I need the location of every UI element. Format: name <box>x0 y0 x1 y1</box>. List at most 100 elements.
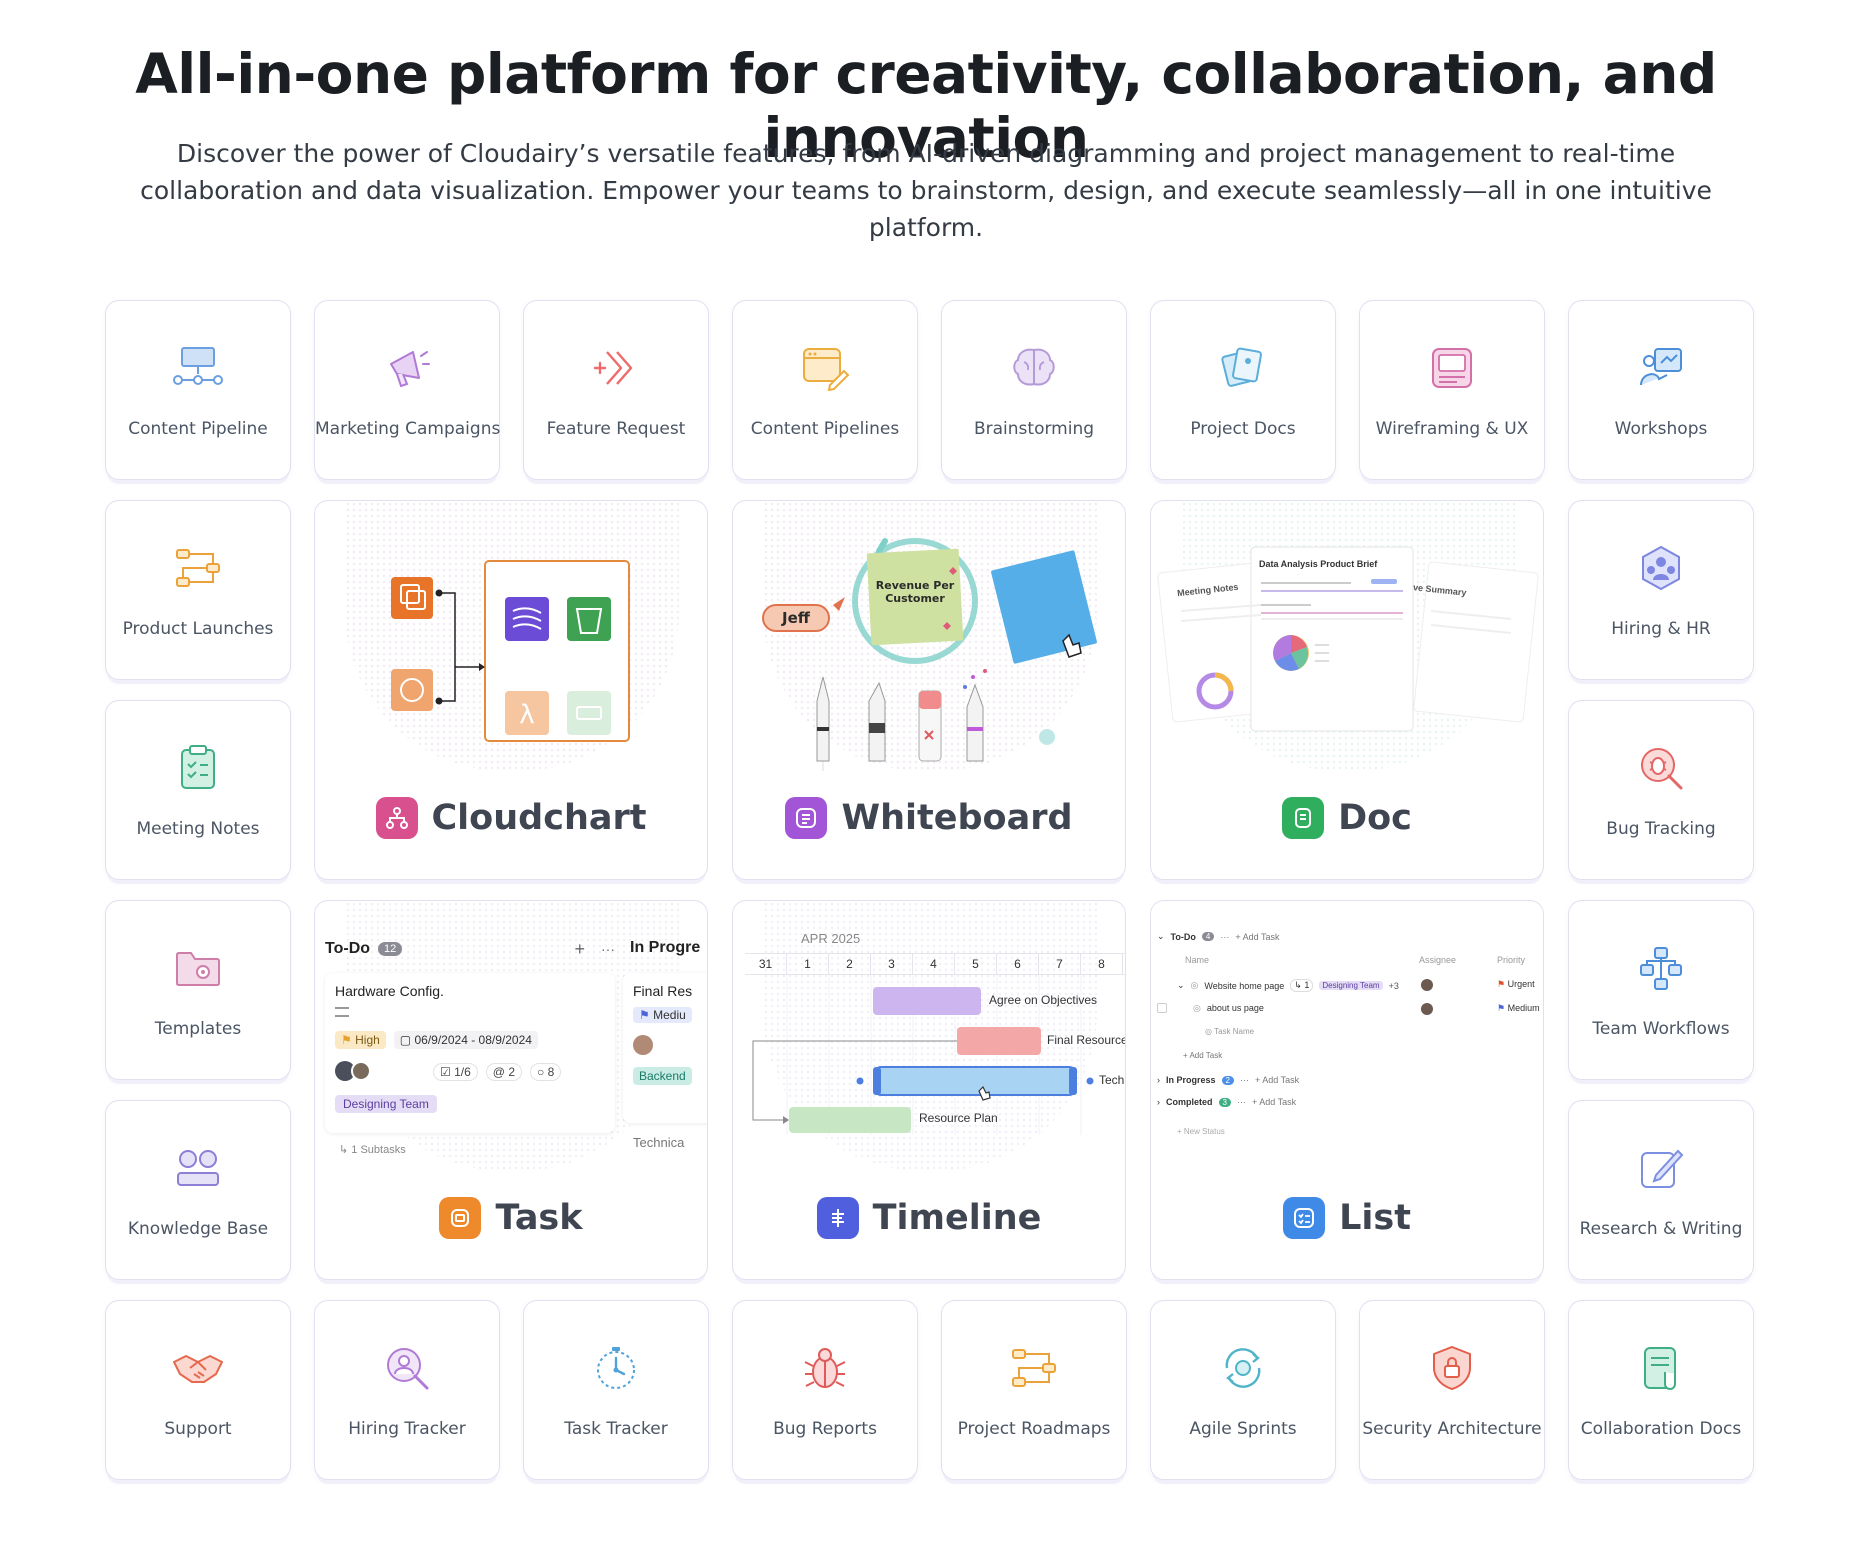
tile-label: Knowledge Base <box>127 1219 269 1239</box>
flag-icon: ⚑ <box>341 1033 352 1047</box>
add-icon[interactable]: + <box>574 939 585 960</box>
cloudchart-icon <box>375 797 418 839</box>
add-task-link[interactable]: + Add Task <box>1255 1075 1299 1085</box>
list-group-inprogress[interactable]: › In Progress 2 ··· + Add Task <box>1157 1075 1299 1085</box>
tile-support[interactable]: Support <box>105 1300 291 1480</box>
timeline-bar-label: Agree on Objectives <box>989 993 1097 1007</box>
feature-card-doc[interactable]: Data Analysis Product Brief Meeting Note… <box>1150 500 1544 880</box>
tile-hiring-tracker[interactable]: Hiring Tracker <box>314 1300 500 1480</box>
feature-card-timeline[interactable]: APR 2025 31 1 2 3 4 5 6 7 8 Agree on Objectives … <box>732 900 1126 1280</box>
avatar <box>633 1035 653 1055</box>
row-checkbox[interactable] <box>1157 1003 1167 1013</box>
feature-title: Doc <box>1338 798 1412 838</box>
svg-text:λ: λ <box>519 700 534 730</box>
description-icon <box>335 1007 349 1017</box>
add-task-link[interactable]: + Add Task <box>1183 1051 1222 1060</box>
new-status-link[interactable]: + New Status <box>1177 1127 1225 1136</box>
timeline-day-cell: 7 <box>1039 954 1081 974</box>
more-icon[interactable]: ··· <box>1220 932 1229 942</box>
feature-title-row: Cloudchart <box>315 797 707 839</box>
tile-label: Hiring & HR <box>1611 619 1711 639</box>
tile-label: Task Tracker <box>564 1419 668 1439</box>
avatar <box>351 1061 371 1081</box>
tile-label: Feature Request <box>546 419 686 439</box>
tile-marketing-campaigns[interactable]: Marketing Campaigns <box>314 300 500 480</box>
date-range-badge: ▢ 06/9/2024 - 08/9/2024 <box>393 1031 538 1049</box>
feature-title: Whiteboard <box>841 798 1073 838</box>
priority-medium: ⚑ Medium <box>1497 1003 1540 1014</box>
tile-label: Content Pipelines <box>750 419 900 439</box>
column-header-name: Name <box>1185 955 1210 965</box>
tile-security-architecture[interactable]: Security Architecture <box>1359 1300 1545 1480</box>
more-icon[interactable]: ··· <box>601 941 615 957</box>
table-row[interactable]: ◎ about us page <box>1193 1003 1264 1014</box>
checkbox-icon: ☑ <box>440 1065 451 1079</box>
tile-research-writing[interactable]: Research & Writing <box>1568 1100 1754 1280</box>
pipeline-icon <box>106 337 290 399</box>
table-row[interactable]: ⌄ ◎ Website home page ↳ 1 Designing Team… <box>1177 979 1537 992</box>
tile-content-pipelines[interactable]: Content Pipelines <box>732 300 918 480</box>
tile-label: Security Architecture <box>1362 1419 1542 1439</box>
feature-card-whiteboard[interactable]: Jeff Revenue Per Customer Whiteboard <box>732 500 1126 880</box>
presentation-icon <box>1569 337 1753 399</box>
tile-task-tracker[interactable]: Task Tracker <box>523 1300 709 1480</box>
feature-title: Cloudchart <box>431 798 647 838</box>
new-task-row[interactable]: ◎ Task Name <box>1205 1027 1254 1036</box>
more-icon[interactable]: ··· <box>1240 1075 1249 1085</box>
comment-count: 8 <box>547 1065 555 1079</box>
feature-card-cloudchart[interactable]: λ Cloudchart <box>314 500 708 880</box>
tile-templates[interactable]: Templates <box>105 900 291 1080</box>
avatar <box>1421 1003 1433 1015</box>
tile-project-docs[interactable]: Project Docs <box>1150 300 1336 480</box>
chevron-right-icon: › <box>1157 1075 1160 1085</box>
pencil-edit-icon <box>1569 1137 1753 1199</box>
comment-icon: ○ <box>537 1065 545 1079</box>
tile-label: Agile Sprints <box>1189 1419 1297 1439</box>
tile-workshops[interactable]: Workshops <box>1568 300 1754 480</box>
page-subtitle: Discover the power of Cloudairy’s versat… <box>140 139 1712 242</box>
bar-label: Agree on Objectives <box>989 993 1098 1007</box>
task-card[interactable]: Hardware Config. ⚑ High ▢ 06/9/2024 - 08… <box>325 973 615 1133</box>
feature-card-task[interactable]: To-Do 12 + ··· Hardware Config. ⚑ High ▢… <box>314 900 708 1280</box>
tile-label: Brainstorming <box>973 419 1095 439</box>
tile-meeting-notes[interactable]: Meeting Notes <box>105 700 291 880</box>
list-icon <box>1283 1197 1326 1239</box>
tile-collaboration-docs[interactable]: Collaboration Docs <box>1568 1300 1754 1480</box>
workflow-icon <box>106 537 290 599</box>
tile-brainstorming[interactable]: Brainstorming <box>941 300 1127 480</box>
tile-product-launches[interactable]: Product Launches <box>105 500 291 680</box>
more-icon[interactable]: ··· <box>1237 1097 1246 1107</box>
list-group-todo[interactable]: ⌄ To-Do 4 ··· + Add Task <box>1157 931 1279 942</box>
tile-wireframing-ux[interactable]: Wireframing & UX <box>1359 300 1545 480</box>
whiteboard-illustration <box>762 538 1097 771</box>
tile-label: Templates <box>154 1019 242 1039</box>
tile-bug-reports[interactable]: Bug Reports <box>732 1300 918 1480</box>
task-card-title: Technica <box>633 1135 684 1150</box>
tile-label: Marketing Campaigns <box>315 419 501 439</box>
task-card[interactable]: Final Res ⚑ Mediu Backend <box>623 973 707 1123</box>
tile-agile-sprints[interactable]: Agile Sprints <box>1150 1300 1336 1480</box>
add-task-link[interactable]: + Add Task <box>1252 1097 1296 1107</box>
org-chart-icon <box>1569 937 1753 999</box>
add-task-link[interactable]: + Add Task <box>1235 932 1279 942</box>
tile-knowledge-base[interactable]: Knowledge Base <box>105 1100 291 1280</box>
timeline-day-cell: 8 <box>1081 954 1123 974</box>
list-group-completed[interactable]: › Completed 3 ··· + Add Task <box>1157 1097 1296 1107</box>
whiteboard-icon <box>785 797 828 839</box>
feature-title-row: Doc <box>1151 797 1543 839</box>
timeline-day-cell: 3 <box>871 954 913 974</box>
feature-title: Timeline <box>872 1198 1042 1238</box>
todo-column-header: To-Do 12 + ··· <box>325 939 615 959</box>
feature-card-list[interactable]: ⌄ To-Do 4 ··· + Add Task Name Assignee P… <box>1150 900 1544 1280</box>
tile-hiring-hr[interactable]: Hiring & HR <box>1568 500 1754 680</box>
tile-feature-request[interactable]: Feature Request <box>523 300 709 480</box>
row-title: Website home page <box>1204 980 1285 991</box>
tile-content-pipeline[interactable]: Content Pipeline <box>105 300 291 480</box>
tile-team-workflows[interactable]: Team Workflows <box>1568 900 1754 1080</box>
tile-project-roadmaps[interactable]: Project Roadmaps <box>941 1300 1127 1480</box>
doc-illustration <box>1157 546 1539 732</box>
feature-title-row: List <box>1151 1197 1543 1239</box>
tile-bug-tracking[interactable]: Bug Tracking <box>1568 700 1754 880</box>
row-title: about us page <box>1206 1003 1264 1013</box>
priority-label: Mediu <box>653 1008 686 1022</box>
